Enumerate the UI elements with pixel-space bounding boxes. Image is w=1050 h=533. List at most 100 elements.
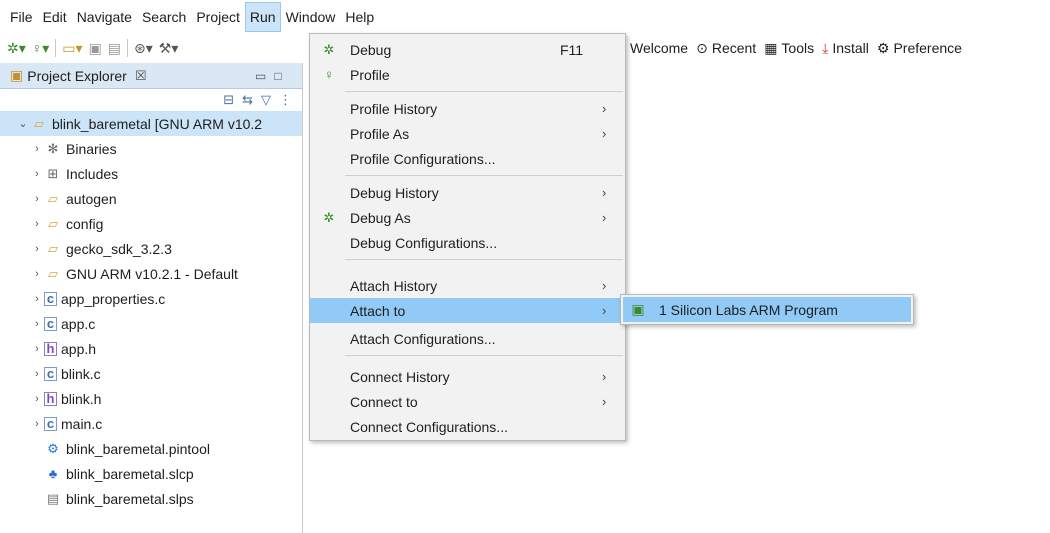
chevron-right-icon[interactable]: › <box>30 293 44 305</box>
menu-item-attach-configurations[interactable]: Attach Configurations... <box>310 326 625 351</box>
menu-help[interactable]: Help <box>341 3 378 31</box>
menu-run[interactable]: Run <box>244 1 281 32</box>
target-icon[interactable]: ⊛▾ <box>134 40 153 57</box>
recent-button[interactable]: ⊙ Recent <box>696 40 756 57</box>
menu-item-debug-as[interactable]: ✲ Debug As › <box>310 205 625 230</box>
menu-navigate[interactable]: Navigate <box>73 3 136 31</box>
close-icon[interactable]: ☒ <box>135 68 147 84</box>
chevron-right-icon[interactable]: › <box>30 343 44 355</box>
chevron-right-icon[interactable]: › <box>30 243 44 255</box>
view-menu-icon[interactable]: ⋮ <box>279 92 292 108</box>
tree-item[interactable]: › ▱ autogen <box>0 186 302 211</box>
menu-item-connect-history[interactable]: Connect History › <box>310 364 625 389</box>
tree-item[interactable]: ♣ blink_baremetal.slcp <box>0 461 302 486</box>
tree-item[interactable]: › ▱ GNU ARM v10.2.1 - Default <box>0 261 302 286</box>
collapse-all-icon[interactable]: ⊟ <box>223 92 234 108</box>
binaries-icon: ✻ <box>47 140 59 156</box>
build-hammer-icon[interactable]: ⚒▾ <box>159 40 179 57</box>
tree-item[interactable]: › c main.c <box>0 411 302 436</box>
menu-item-profile-history[interactable]: Profile History › <box>310 96 625 121</box>
submenu-item-silicon-labs-arm-program[interactable]: ▣ 1 Silicon Labs ARM Program <box>623 297 911 322</box>
tree-item[interactable]: › h app.h <box>0 336 302 361</box>
chevron-right-icon[interactable]: › <box>30 193 44 205</box>
chevron-right-icon[interactable]: › <box>30 318 44 330</box>
debug-icon: ✲ <box>323 209 335 225</box>
project-tree: ⌄ ▱ blink_baremetal [GNU ARM v10.2 › ✻ Bin… <box>0 111 302 511</box>
chevron-right-icon[interactable]: › <box>30 268 44 280</box>
tree-item[interactable]: › c app_properties.c <box>0 286 302 311</box>
preferences-button[interactable]: ⚙ Preference <box>877 40 962 57</box>
menu-search[interactable]: Search <box>138 3 190 31</box>
new-file-icon[interactable]: ▭▾ <box>62 40 82 57</box>
chevron-right-icon: › <box>602 185 607 200</box>
tree-item[interactable]: › ▱ config <box>0 211 302 236</box>
profile-icon: ♀ <box>324 67 334 82</box>
slcp-icon: ♣ <box>48 466 58 481</box>
chevron-right-icon: › <box>602 303 607 318</box>
menu-item-debug-history[interactable]: Debug History › <box>310 180 625 205</box>
shortcut-label: F11 <box>560 41 584 58</box>
tree-root-project[interactable]: ⌄ ▱ blink_baremetal [GNU ARM v10.2 <box>0 111 302 136</box>
slps-icon: ▤ <box>46 490 60 506</box>
menu-item-attach-to[interactable]: Attach to › <box>310 298 625 323</box>
chevron-right-icon[interactable]: › <box>30 393 44 405</box>
menu-window[interactable]: Window <box>282 3 340 31</box>
c-file-icon: c <box>44 366 57 381</box>
run-menu-dropdown: ✲ Debug F11 ♀ Profile Profile History › … <box>309 33 626 441</box>
tree-item[interactable]: › ✻ Binaries <box>0 136 302 161</box>
menu-separator <box>345 259 623 260</box>
includes-icon: ⊞ <box>47 165 59 181</box>
debug-icon: ✲ <box>323 41 335 57</box>
debug-toolbar-icon[interactable]: ✲▾ <box>7 40 26 57</box>
chevron-right-icon[interactable]: › <box>30 168 44 180</box>
menu-edit[interactable]: Edit <box>39 3 71 31</box>
download-icon: ⤓ <box>822 39 829 56</box>
filter-icon[interactable]: ▽ <box>261 92 271 108</box>
chevron-right-icon[interactable]: › <box>30 143 44 155</box>
tree-item[interactable]: › c blink.c <box>0 361 302 386</box>
menu-item-profile-as[interactable]: Profile As › <box>310 121 625 146</box>
toolbar-separator <box>55 39 57 57</box>
chevron-right-icon: › <box>602 126 607 141</box>
chevron-right-icon[interactable]: › <box>30 418 44 430</box>
clock-icon: ⊙ <box>696 39 708 56</box>
c-file-icon: c <box>44 291 57 306</box>
menu-item-debug-configurations[interactable]: Debug Configurations... <box>310 230 625 255</box>
menu-item-connect-to[interactable]: Connect to › <box>310 389 625 414</box>
save-all-icon[interactable]: ▤ <box>108 40 121 57</box>
menu-item-attach-history[interactable]: Attach History › <box>310 273 625 298</box>
chevron-right-icon[interactable]: › <box>30 218 44 230</box>
menu-bar: File Edit Navigate Search Project Run Wi… <box>0 0 1050 33</box>
tree-item[interactable]: › ⊞ Includes <box>0 161 302 186</box>
profile-toolbar-icon[interactable]: ♀▾ <box>32 40 50 57</box>
chevron-down-icon[interactable]: ⌄ <box>16 117 30 130</box>
menu-item-profile-configurations[interactable]: Profile Configurations... <box>310 146 625 171</box>
menu-separator <box>345 91 623 92</box>
pintool-icon: ⚙ <box>47 440 59 456</box>
chevron-right-icon[interactable]: › <box>30 368 44 380</box>
menu-item-profile[interactable]: ♀ Profile <box>310 62 625 87</box>
save-icon[interactable]: ▣ <box>89 40 102 57</box>
minimize-maximize-icons[interactable]: ▭□ <box>255 69 290 83</box>
c-file-icon: c <box>44 316 57 331</box>
project-explorer-tab[interactable]: ▣ Project Explorer ☒ ▭□ <box>0 63 302 89</box>
menu-item-connect-configurations[interactable]: Connect Configurations... <box>310 414 625 439</box>
attach-to-submenu: ▣ 1 Silicon Labs ARM Program <box>620 294 914 325</box>
tree-item[interactable]: › c app.c <box>0 311 302 336</box>
tools-button[interactable]: ▦ Tools <box>764 40 814 57</box>
chip-icon: ▣ <box>631 301 645 317</box>
tree-item[interactable]: › h blink.h <box>0 386 302 411</box>
project-explorer-title: Project Explorer <box>27 67 127 84</box>
link-editor-icon[interactable]: ⇆ <box>242 92 253 108</box>
explorer-toolbar: ⊟ ⇆ ▽ ⋮ <box>0 89 302 111</box>
c-file-icon: c <box>44 416 57 431</box>
menu-file[interactable]: File <box>6 3 37 31</box>
menu-project[interactable]: Project <box>192 3 244 31</box>
tree-item[interactable]: ⚙ blink_baremetal.pintool <box>0 436 302 461</box>
install-button[interactable]: ⤓ Install <box>822 40 869 57</box>
tree-item[interactable]: ▤ blink_baremetal.slps <box>0 486 302 511</box>
menu-item-debug[interactable]: ✲ Debug F11 <box>310 37 625 62</box>
welcome-button[interactable]: Welcome <box>630 40 688 56</box>
tree-item[interactable]: › ▱ gecko_sdk_3.2.3 <box>0 236 302 261</box>
menu-separator <box>345 355 623 356</box>
